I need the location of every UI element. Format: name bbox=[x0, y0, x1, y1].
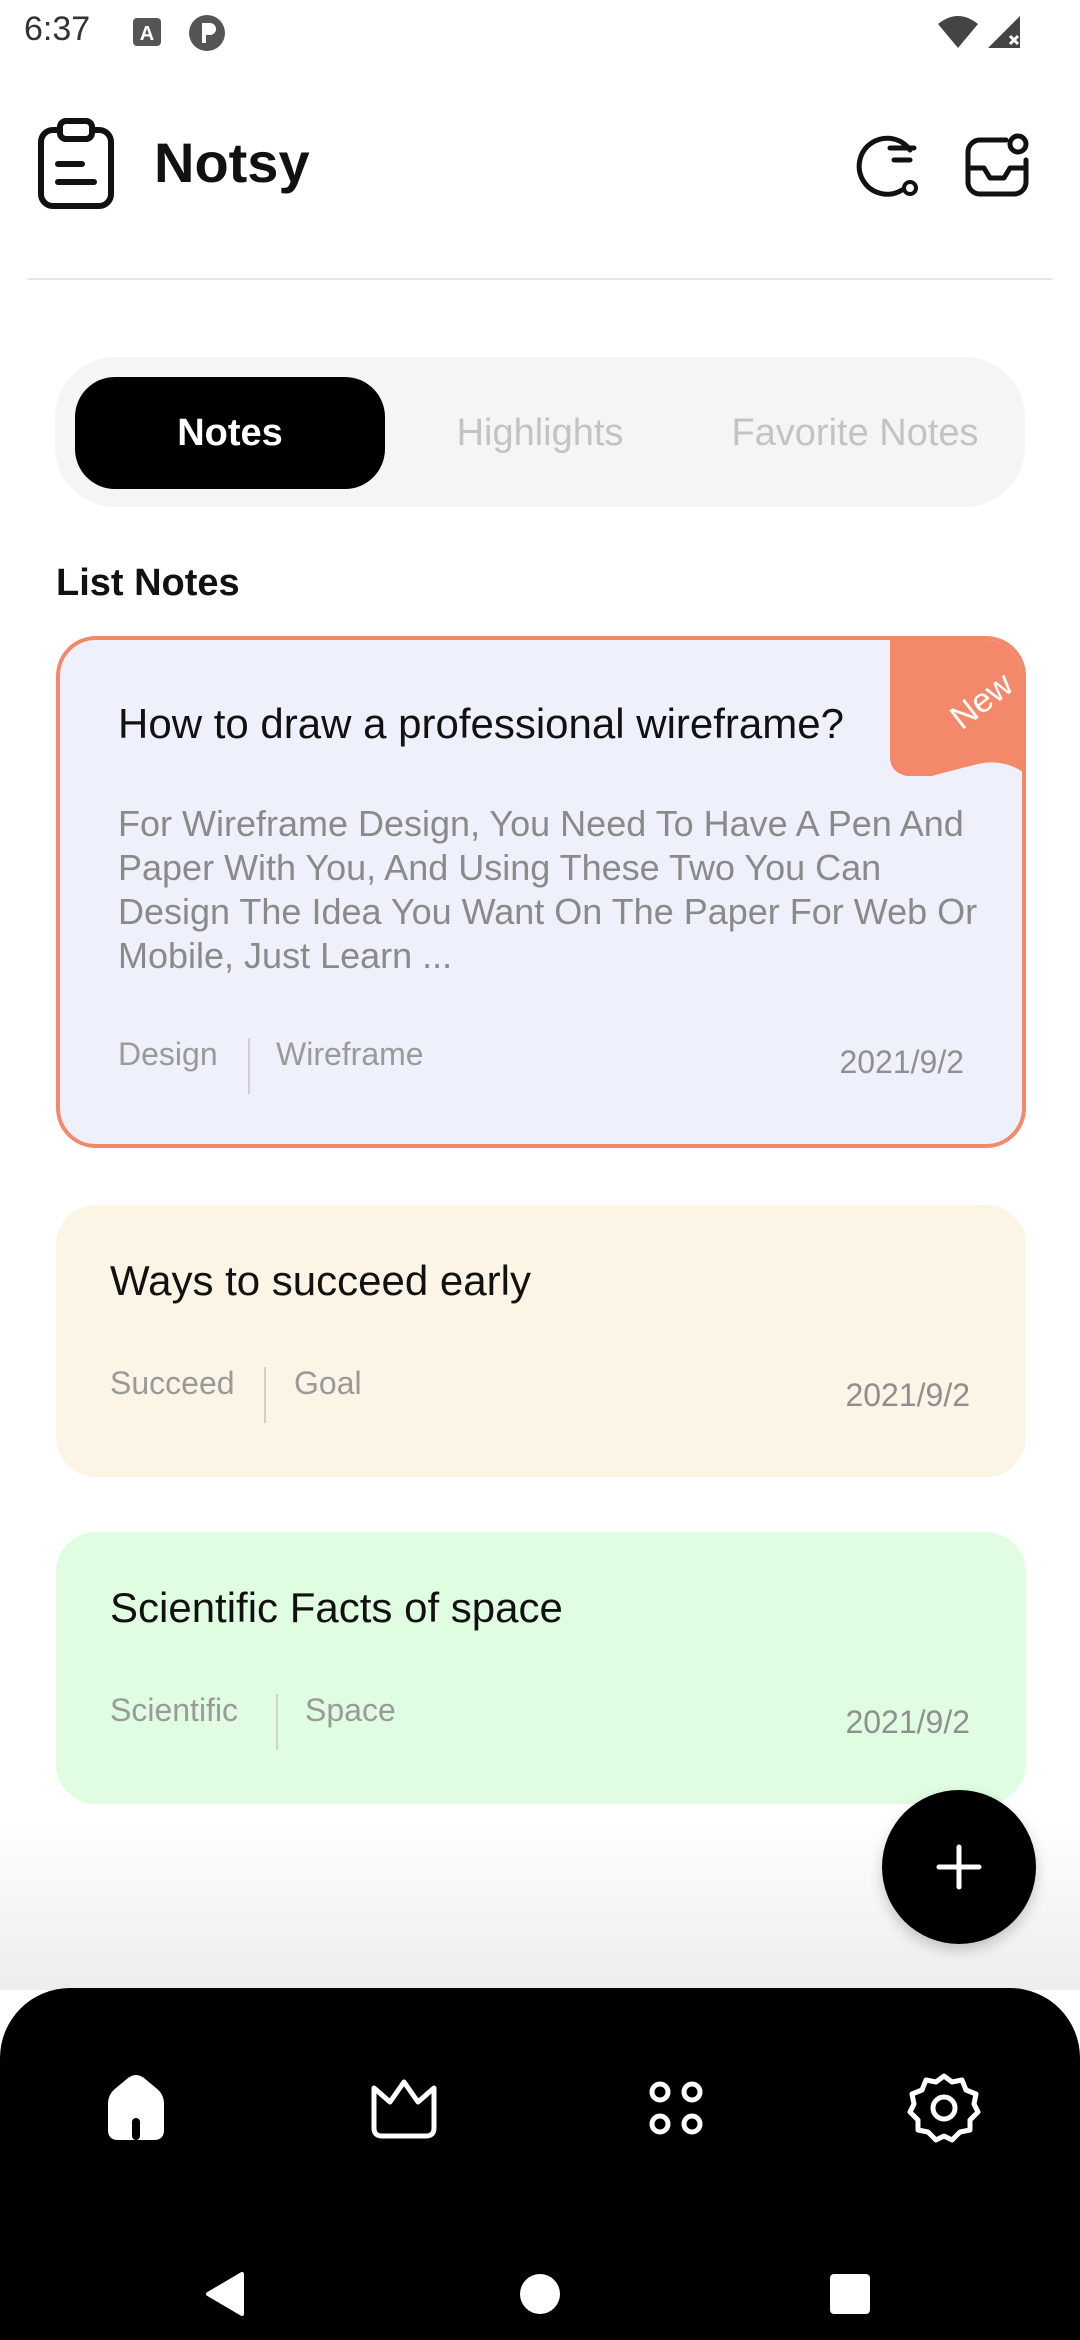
crown-icon[interactable] bbox=[366, 2070, 442, 2146]
inbox-icon[interactable] bbox=[962, 130, 1032, 200]
p-circle-icon bbox=[189, 15, 225, 51]
a-badge-icon: A bbox=[133, 18, 161, 46]
tab-highlights[interactable]: Highlights bbox=[385, 377, 695, 489]
gear-icon[interactable] bbox=[906, 2070, 982, 2146]
status-time: 6:37 bbox=[24, 10, 91, 48]
note-tag: Goal bbox=[294, 1365, 362, 1401]
wifi-icon bbox=[938, 16, 978, 48]
note-tag: Design bbox=[118, 1036, 218, 1072]
note-date: 2021/9/2 bbox=[845, 1704, 970, 1740]
tag-separator bbox=[276, 1694, 278, 1750]
tab-bar: Notes Highlights Favorite Notes bbox=[55, 357, 1025, 507]
svg-text:A: A bbox=[140, 23, 154, 45]
plus-icon bbox=[936, 1844, 982, 1890]
note-body: For Wireframe Design, You Need To Have A… bbox=[118, 803, 978, 976]
note-title: Ways to succeed early bbox=[110, 1257, 531, 1304]
note-title: Scientific Facts of space bbox=[110, 1584, 563, 1631]
note-tag: Succeed bbox=[110, 1365, 235, 1401]
section-title: List Notes bbox=[56, 562, 240, 604]
note-date: 2021/9/2 bbox=[839, 1044, 964, 1080]
home-circle-icon[interactable] bbox=[518, 2270, 562, 2318]
sort-icon[interactable] bbox=[852, 130, 922, 200]
tab-favorite-notes[interactable]: Favorite Notes bbox=[695, 377, 1015, 489]
note-card[interactable]: New How to draw a professional wireframe… bbox=[56, 636, 1026, 1148]
tab-notes[interactable]: Notes bbox=[75, 377, 385, 489]
note-tag: Wireframe bbox=[276, 1036, 424, 1072]
signal-icon bbox=[988, 16, 1020, 48]
home-icon[interactable] bbox=[98, 2070, 174, 2146]
note-tag: Space bbox=[305, 1692, 396, 1728]
note-card[interactable]: Scientific Facts of space Scientific Spa… bbox=[56, 1532, 1026, 1804]
app-title: Notsy bbox=[154, 131, 310, 194]
clipboard-icon bbox=[38, 118, 114, 209]
note-date: 2021/9/2 bbox=[845, 1377, 970, 1413]
add-note-button[interactable] bbox=[882, 1790, 1036, 1944]
app-header: Notsy bbox=[0, 100, 1080, 230]
header-divider bbox=[28, 278, 1052, 280]
tag-separator bbox=[264, 1367, 266, 1423]
grid-dots-icon[interactable] bbox=[638, 2070, 714, 2146]
note-title: How to draw a professional wireframe? bbox=[118, 700, 844, 747]
bottom-nav bbox=[0, 1988, 1080, 2340]
recents-icon[interactable] bbox=[828, 2270, 872, 2318]
note-tag: Scientific bbox=[110, 1692, 239, 1728]
tag-separator bbox=[248, 1038, 250, 1094]
back-icon[interactable] bbox=[202, 2270, 246, 2318]
status-bar: 6:37 A bbox=[0, 0, 1080, 66]
note-card[interactable]: Ways to succeed early Succeed Goal 2021/… bbox=[56, 1205, 1026, 1477]
